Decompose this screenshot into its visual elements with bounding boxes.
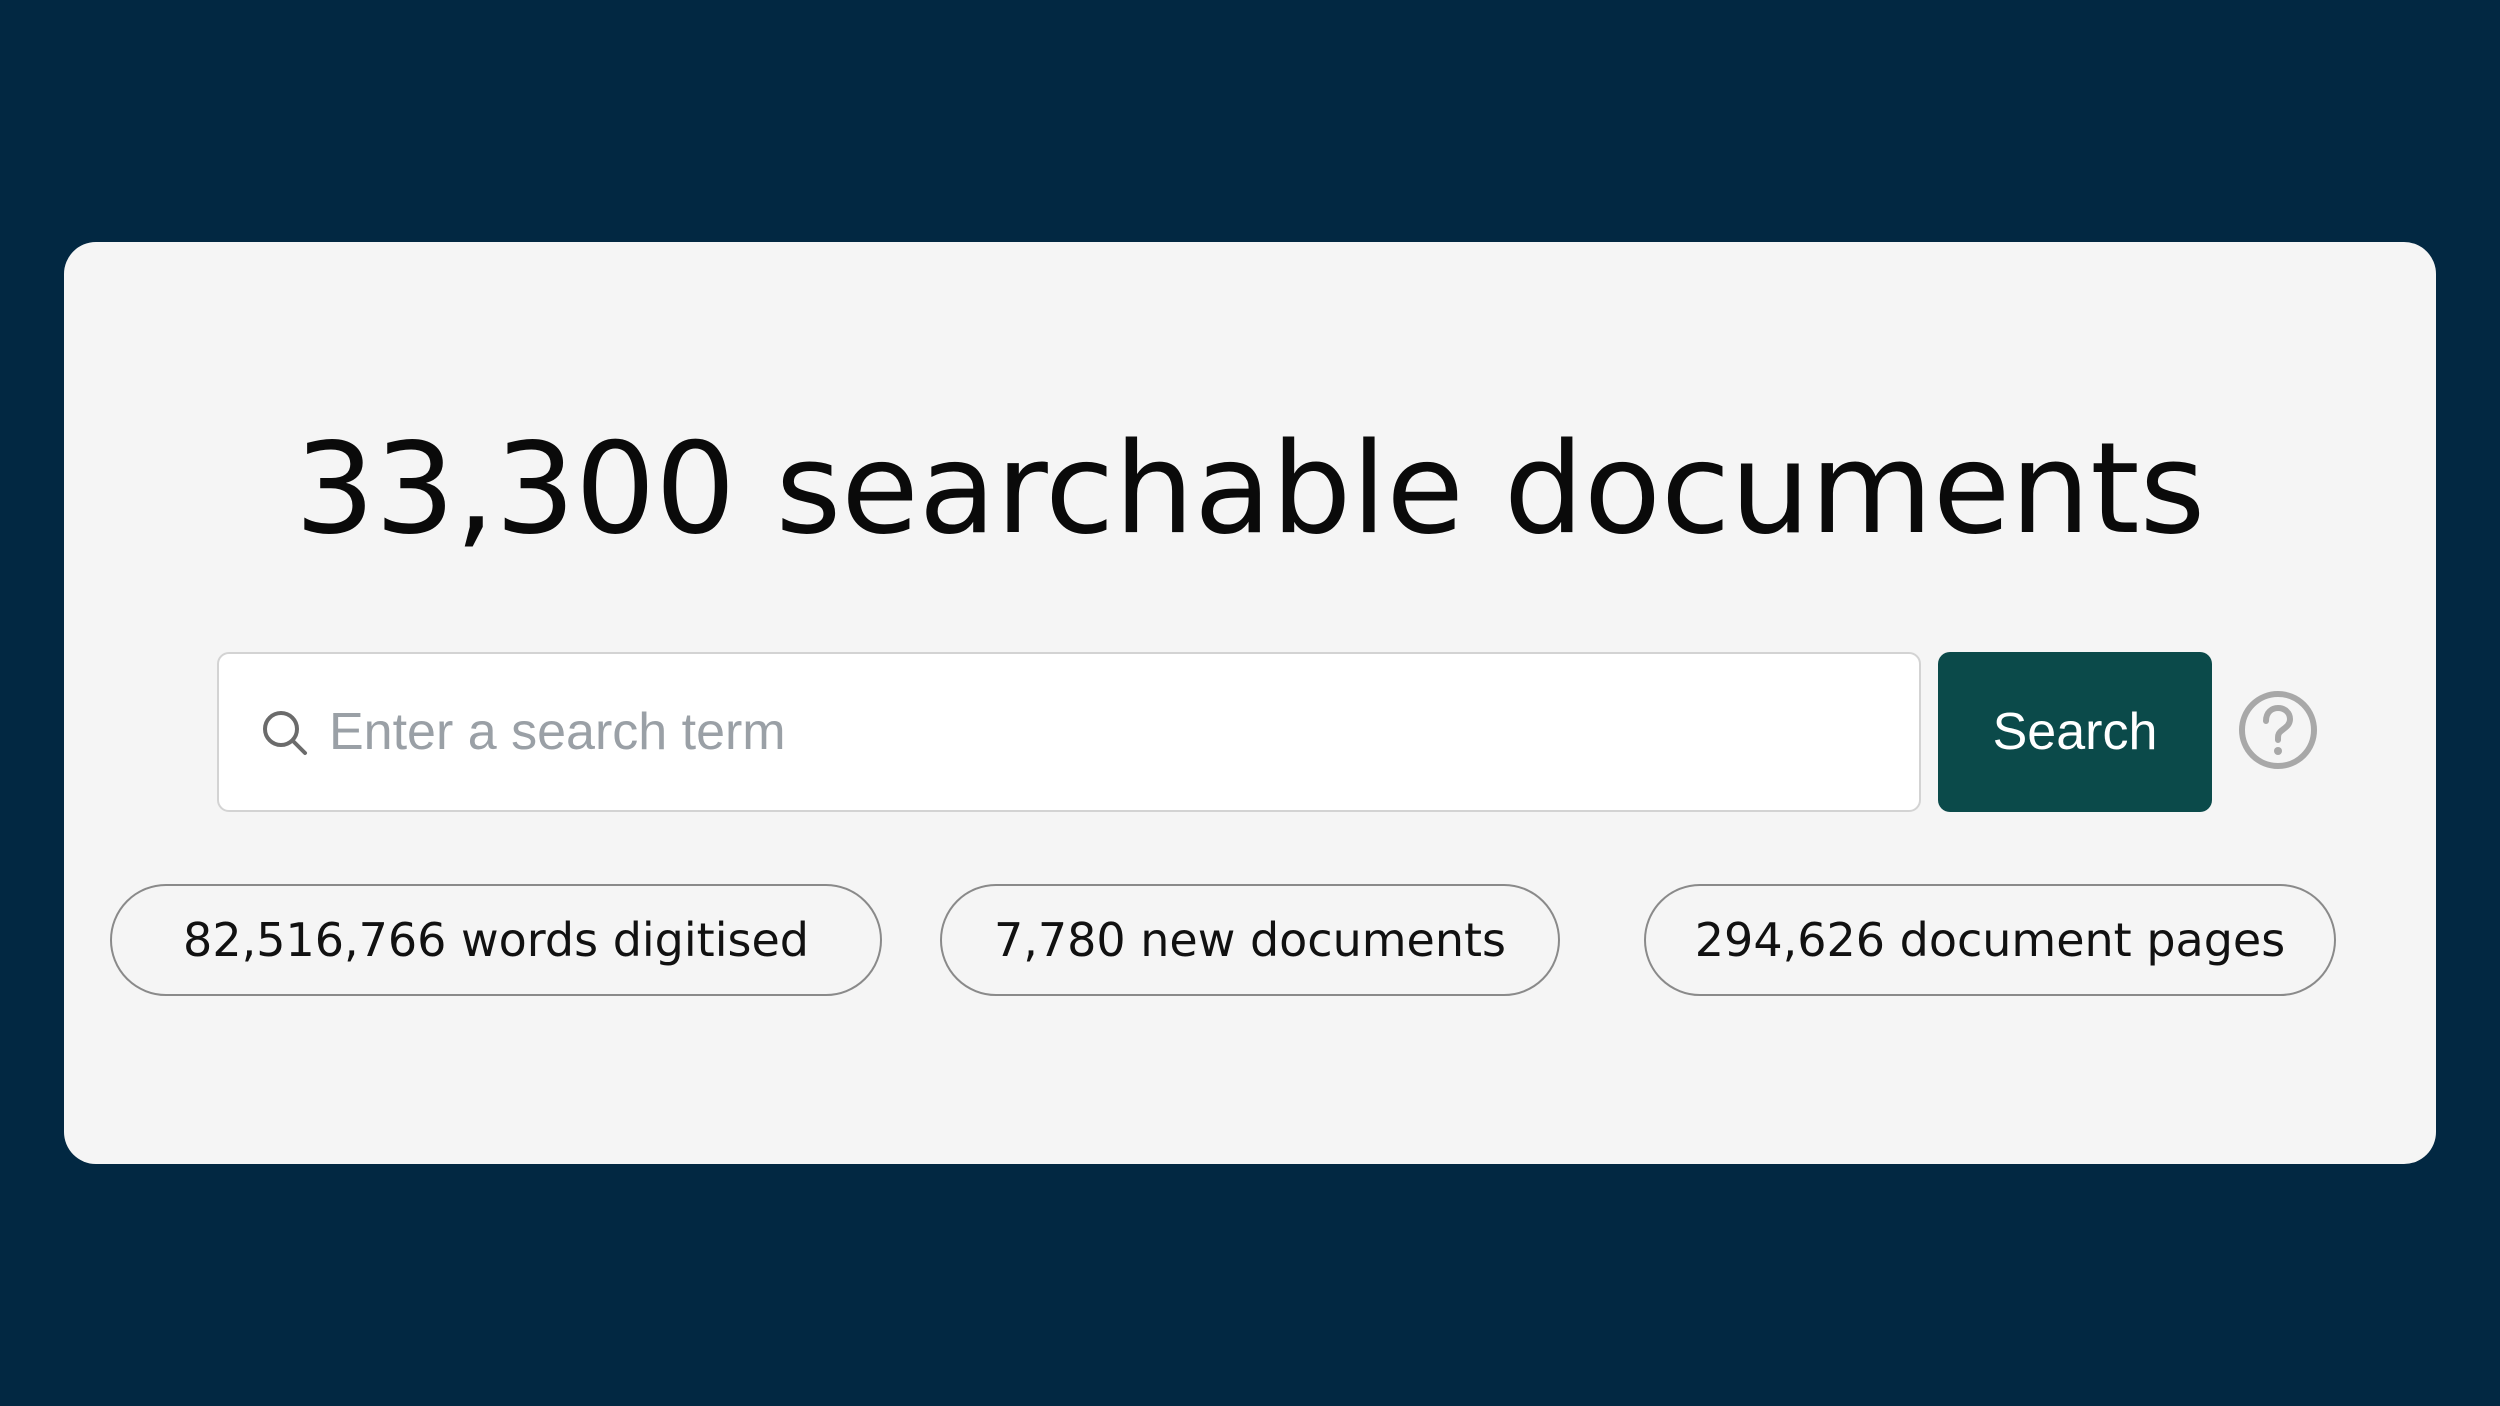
stat-new-documents: 7,780 new documents <box>940 884 1560 996</box>
search-input[interactable] <box>329 684 1889 780</box>
search-icon <box>259 707 311 759</box>
page-title: 33,300 searchable documents <box>294 415 2206 562</box>
search-button[interactable]: Search <box>1938 652 2212 812</box>
stat-words-digitised: 82,516,766 words digitised <box>110 884 882 996</box>
question-circle-icon[interactable] <box>2238 690 2318 770</box>
search-field[interactable] <box>217 652 1921 812</box>
stat-document-pages: 294,626 document pages <box>1644 884 2336 996</box>
search-card: 33,300 searchable documents Search 82,51… <box>64 242 2436 1164</box>
